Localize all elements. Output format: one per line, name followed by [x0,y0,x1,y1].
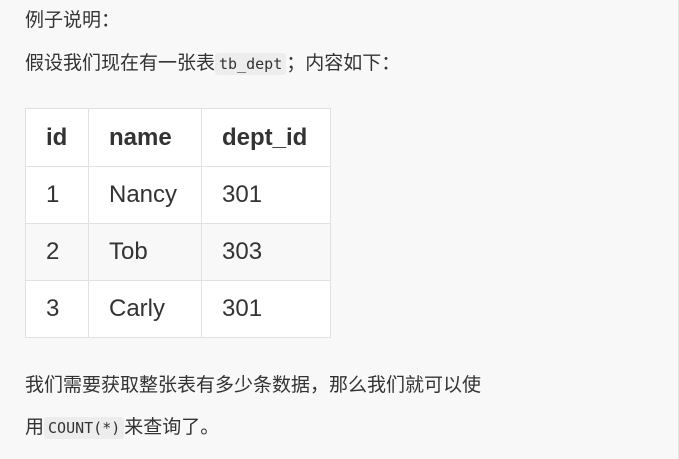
cell-id: 1 [25,166,89,224]
header-dept-id: dept_id [201,108,331,167]
tb-dept-table: id name dept_id 1 Nancy 301 2 Tob 303 3 … [25,108,331,338]
table-header-row: id name dept_id [25,108,331,167]
intro-prefix-text: 假设我们现在有一张表 [25,52,216,74]
explanation-line-2: 用 COUNT(*) 来查询了。 [25,412,219,443]
document-page: 例子说明： 假设我们现在有一张表 tb_dept ；内容如下： id name de… [0,0,679,459]
cell-id: 3 [25,280,89,338]
table-intro-paragraph: 假设我们现在有一张表 tb_dept ；内容如下： [25,48,400,79]
explanation-line-1: 我们需要获取整张表有多少条数据，那么我们就可以使 [25,374,482,396]
table-row: 1 Nancy 301 [25,166,331,224]
cell-name: Carly [88,280,202,338]
cell-dept-id: 301 [201,280,331,338]
cell-name: Tob [88,223,202,281]
cell-dept-id: 301 [201,166,331,224]
table-name-code: tb_dept [215,53,287,75]
line2-suffix-text: 来查询了。 [124,416,220,438]
cell-dept-id: 303 [201,223,331,281]
table-row: 3 Carly 301 [25,280,331,338]
intro-suffix-text: ；内容如下： [286,52,401,74]
table-row: 2 Tob 303 [25,223,331,281]
count-code: COUNT(*) [44,417,125,439]
cell-name: Nancy [88,166,202,224]
header-id: id [25,108,89,167]
example-heading: 例子说明： [25,9,121,31]
header-name: name [88,108,202,167]
line2-prefix-text: 用 [25,416,45,438]
cell-id: 2 [25,223,89,281]
